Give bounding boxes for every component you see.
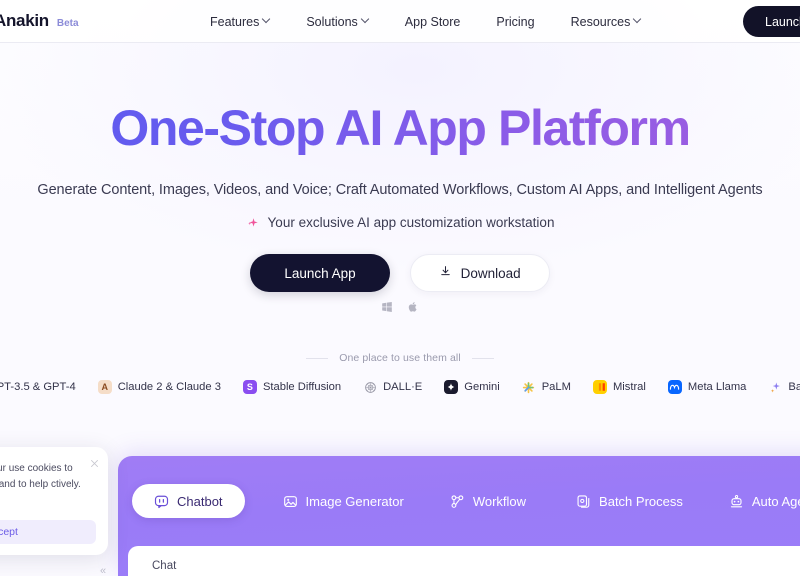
scroll-indicator: « [100, 565, 107, 576]
palm-icon [522, 380, 536, 394]
model-chip-label: Stable Diffusion [262, 381, 342, 393]
model-chip-bard[interactable]: Bard [768, 380, 800, 394]
hero-tagline: Your exclusive AI app customization work… [267, 215, 555, 230]
bard-icon [768, 380, 782, 394]
models-divider-label: One place to use them all [339, 352, 461, 364]
stability-icon: S [242, 380, 257, 394]
tab-workflow[interactable]: Workflow [450, 494, 526, 509]
nav-item-label: App Store [404, 14, 461, 29]
cta-button-row: Launch App Download [0, 254, 800, 292]
models-divider: One place to use them all [0, 352, 800, 364]
tab-label: Chatbot [177, 493, 223, 509]
mistral-icon [592, 380, 607, 394]
model-chip-dalle[interactable]: DALL·E [363, 380, 422, 394]
tab-label: Image Generator [305, 493, 404, 509]
cookie-consent-text: e, you agree to our use cookies to provi… [0, 463, 81, 491]
robot-icon [729, 494, 744, 509]
model-chip-gpt[interactable]: GPT-3.5 & GPT-4 [0, 380, 76, 394]
batch-icon [576, 494, 591, 509]
tab-label: Auto Agents [751, 493, 800, 509]
landing-page: Anakin Beta Features Solutions App Store… [0, 0, 800, 576]
chevron-down-icon [263, 16, 270, 23]
model-chip-label: Mistral [612, 381, 646, 393]
gemini-icon [444, 380, 459, 394]
nav-item-app-store[interactable]: App Store [405, 15, 461, 29]
dalle-icon [363, 380, 377, 394]
model-chip-label: Meta Llama [687, 381, 747, 393]
chevron-down-icon [362, 16, 369, 23]
anthropic-icon: A [97, 380, 112, 394]
apple-icon [407, 300, 419, 312]
launch-app-button[interactable]: Launch App [250, 254, 390, 292]
brand-logo[interactable]: Anakin Beta [0, 11, 79, 31]
hero-section: One-Stop AI App Platform Generate Conten… [0, 43, 800, 395]
tab-chatbot[interactable]: Chatbot [132, 484, 245, 518]
tab-label: Batch Process [599, 493, 683, 509]
close-icon[interactable] [90, 455, 99, 467]
tab-label: Workflow [472, 493, 527, 509]
hero-subtitle: Generate Content, Images, Videos, and Vo… [37, 182, 763, 198]
download-icon [439, 265, 452, 281]
image-icon [283, 494, 298, 509]
model-chip-label: Claude 2 & Claude 3 [117, 381, 221, 393]
nav-item-resources[interactable]: Resources [571, 15, 642, 29]
model-chip-label: PaLM [541, 381, 571, 393]
nav-item-pricing[interactable]: Pricing [496, 15, 534, 29]
chat-bubble-icon [154, 494, 169, 509]
windows-icon [381, 300, 393, 312]
cookie-accept-button[interactable]: cept [0, 520, 96, 544]
beta-badge: Beta [56, 18, 79, 29]
download-label: Download [460, 265, 521, 281]
workflow-icon [450, 494, 465, 509]
nav-item-label: Resources [570, 14, 631, 29]
model-chip-label: DALL·E [383, 381, 423, 393]
model-chip-label: GPT-3.5 & GPT-4 [0, 381, 76, 393]
divider-line-right [471, 357, 494, 359]
showcase-tab-bar: Chatbot Image Generator Workflow Batch P… [118, 484, 800, 518]
nav-item-label: Solutions [306, 14, 358, 29]
model-chip-gemini[interactable]: Gemini [444, 380, 500, 394]
nav-item-label: Pricing [496, 14, 535, 29]
nav-links: Features Solutions App Store Pricing Res… [210, 0, 641, 43]
model-chip-label: Gemini [464, 381, 500, 393]
model-chip-palm[interactable]: PaLM [522, 380, 571, 394]
divider-line-left [306, 357, 329, 359]
download-button[interactable]: Download [409, 254, 550, 292]
tab-image-generator[interactable]: Image Generator [283, 494, 404, 509]
os-availability-row [0, 300, 800, 312]
nav-launch-app-button[interactable]: Launch App [743, 6, 800, 37]
tab-batch-process[interactable]: Batch Process [576, 494, 683, 509]
model-chip-label: Bard [788, 381, 800, 393]
hero-tagline-row: Your exclusive AI app customization work… [0, 215, 800, 230]
supported-models-row: GPT-3.5 & GPT-4 A Claude 2 & Claude 3 S … [0, 379, 800, 395]
nav-item-label: Features [210, 14, 260, 29]
chevron-down-icon [634, 16, 641, 23]
model-chip-claude[interactable]: A Claude 2 & Claude 3 [97, 380, 221, 394]
model-chip-mistral[interactable]: Mistral [592, 380, 646, 394]
model-chip-stable-diffusion[interactable]: S Stable Diffusion [242, 380, 342, 394]
product-showcase-panel: Chatbot Image Generator Workflow Batch P… [118, 456, 800, 576]
brand-name: Anakin [0, 11, 49, 30]
sparkle-icon [246, 217, 260, 231]
cookie-consent-banner: e, you agree to our use cookies to provi… [0, 447, 108, 555]
page-title: One-Stop AI App Platform [0, 101, 800, 155]
chat-panel-title: Chat [152, 560, 177, 572]
showcase-content-area: Chat [128, 546, 800, 576]
tab-auto-agents[interactable]: Auto Agents [729, 494, 800, 509]
nav-item-solutions[interactable]: Solutions [306, 15, 368, 29]
top-navigation-bar: Anakin Beta Features Solutions App Store… [0, 0, 800, 43]
nav-item-features[interactable]: Features [210, 15, 270, 29]
model-chip-meta-llama[interactable]: Meta Llama [667, 380, 747, 394]
meta-icon [667, 380, 682, 394]
